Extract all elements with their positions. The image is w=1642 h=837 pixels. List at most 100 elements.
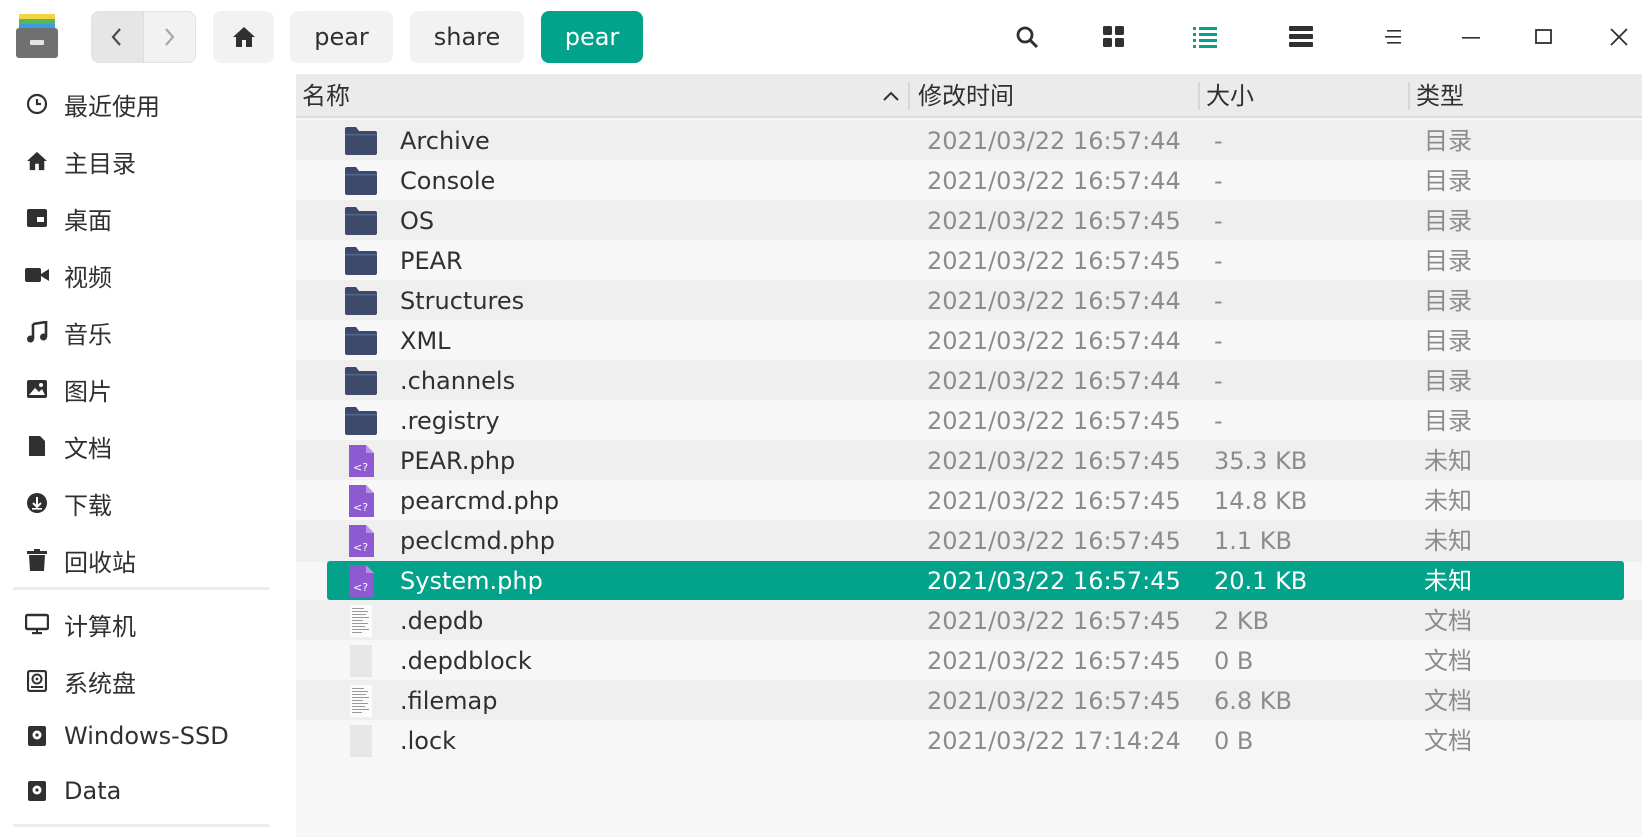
sidebar-item-recent[interactable]: 最近使用 xyxy=(24,84,284,124)
file-type: 未知 xyxy=(1424,527,1472,555)
sidebar-item-documents[interactable]: 文档 xyxy=(24,426,284,466)
close-button[interactable] xyxy=(1604,22,1634,52)
file-row[interactable]: <? pearcmd.php 2021/03/22 16:57:45 14.8 KB 未… xyxy=(296,480,1642,522)
breadcrumb-item-current[interactable]: pear xyxy=(541,11,643,63)
file-modified: 2021/03/22 16:57:45 xyxy=(927,687,1181,715)
sidebar-item-home[interactable]: 主目录 xyxy=(24,141,284,181)
sidebar-item-label: 最近使用 xyxy=(64,92,160,121)
file-type: 文档 xyxy=(1424,607,1472,635)
sidebar-item-computer[interactable]: 计算机 xyxy=(24,604,284,644)
sidebar-item-videos[interactable]: 视频 xyxy=(24,255,284,295)
trash-icon xyxy=(24,547,50,573)
file-row[interactable]: XML 2021/03/22 16:57:44 - 目录 xyxy=(296,320,1642,362)
computer-icon xyxy=(24,611,50,637)
file-manager-app-icon xyxy=(16,14,58,58)
sidebar-item-label: 桌面 xyxy=(64,206,112,235)
sidebar-item-windows-ssd[interactable]: Windows-SSD xyxy=(24,716,284,756)
sidebar-item-data[interactable]: Data xyxy=(24,771,284,811)
file-name: .depdb xyxy=(400,607,484,635)
sidebar-item-desktop[interactable]: 桌面 xyxy=(24,198,284,238)
file-row-selected[interactable]: <? System.php 2021/03/22 16:57:45 20.1 KB 未知 xyxy=(296,560,1642,602)
file-type: 目录 xyxy=(1424,247,1472,275)
sidebar-item-pictures[interactable]: 图片 xyxy=(24,369,284,409)
column-header-modified[interactable]: 修改时间 xyxy=(918,80,1014,112)
search-button[interactable] xyxy=(1012,22,1042,52)
hamburger-menu-icon xyxy=(1385,30,1401,44)
list-view-button[interactable] xyxy=(1190,22,1220,52)
php-file-icon: <? xyxy=(349,485,374,517)
sidebar-item-label: 系统盘 xyxy=(64,669,136,698)
file-size: - xyxy=(1214,167,1223,195)
file-modified: 2021/03/22 16:57:45 xyxy=(927,527,1181,555)
maximize-button[interactable] xyxy=(1529,22,1559,52)
forward-button[interactable] xyxy=(144,12,196,62)
file-modified: 2021/03/22 16:57:44 xyxy=(927,127,1181,155)
file-modified: 2021/03/22 16:57:45 xyxy=(927,607,1181,635)
close-icon xyxy=(1610,28,1628,46)
file-modified: 2021/03/22 17:14:24 xyxy=(927,727,1181,755)
column-separator[interactable] xyxy=(1198,82,1200,110)
file-row[interactable]: <? peclcmd.php 2021/03/22 16:57:45 1.1 KB 未知 xyxy=(296,520,1642,562)
file-type: 目录 xyxy=(1424,327,1472,355)
folder-icon xyxy=(345,127,377,155)
file-name: OS xyxy=(400,207,435,235)
column-header-type[interactable]: 类型 xyxy=(1416,80,1464,112)
sidebar-item-system-disk[interactable]: 系统盘 xyxy=(24,661,284,701)
file-row[interactable]: .registry 2021/03/22 16:57:45 - 目录 xyxy=(296,400,1642,442)
sidebar-item-label: 文档 xyxy=(64,434,112,463)
file-row[interactable]: Archive 2021/03/22 16:57:44 - 目录 xyxy=(296,120,1642,162)
disk-icon xyxy=(24,723,50,749)
sidebar-item-music[interactable]: 音乐 xyxy=(24,312,284,352)
column-separator[interactable] xyxy=(1408,82,1410,110)
sidebar: 最近使用 主目录 桌面 视频 音乐 图片 文档 下载 回收站 计算机 系统盘 W… xyxy=(0,74,296,837)
column-header-size[interactable]: 大小 xyxy=(1206,80,1254,112)
file-type: 目录 xyxy=(1424,127,1472,155)
breadcrumb-item[interactable]: share xyxy=(410,11,524,63)
php-file-icon: <? xyxy=(349,565,374,597)
search-icon xyxy=(1016,26,1039,49)
file-modified: 2021/03/22 16:57:45 xyxy=(927,447,1181,475)
file-row[interactable]: .depdb 2021/03/22 16:57:45 2 KB 文档 xyxy=(296,600,1642,642)
column-header-name[interactable]: 名称 xyxy=(302,80,350,112)
sidebar-item-downloads[interactable]: 下载 xyxy=(24,483,284,523)
column-header: 名称 修改时间 大小 类型 xyxy=(296,74,1642,118)
text-file-icon xyxy=(350,685,372,717)
file-row[interactable]: OS 2021/03/22 16:57:45 - 目录 xyxy=(296,200,1642,242)
breadcrumb-home[interactable] xyxy=(213,11,274,63)
image-icon xyxy=(24,376,50,402)
file-row[interactable]: PEAR 2021/03/22 16:57:45 - 目录 xyxy=(296,240,1642,282)
file-modified: 2021/03/22 16:57:45 xyxy=(927,647,1181,675)
detail-view-button[interactable] xyxy=(1286,22,1316,52)
file-name: .lock xyxy=(400,727,457,755)
file-row[interactable]: <? PEAR.php 2021/03/22 16:57:45 35.3 KB 未知 xyxy=(296,440,1642,482)
back-button[interactable] xyxy=(92,12,144,62)
sidebar-item-label: 图片 xyxy=(64,377,112,406)
home-icon xyxy=(232,27,255,47)
sidebar-item-trash[interactable]: 回收站 xyxy=(24,540,284,580)
icon-view-button[interactable] xyxy=(1099,22,1129,52)
sidebar-item-label: 计算机 xyxy=(64,612,136,641)
file-name: pearcmd.php xyxy=(400,487,560,515)
blank-file-icon xyxy=(350,725,372,757)
file-row[interactable]: .depdblock 2021/03/22 16:57:45 0 B 文档 xyxy=(296,640,1642,682)
folder-icon xyxy=(345,247,377,275)
column-separator[interactable] xyxy=(908,82,910,110)
file-type: 文档 xyxy=(1424,687,1472,715)
file-row[interactable]: .lock 2021/03/22 17:14:24 0 B 文档 xyxy=(296,720,1642,762)
svg-text:<?: <? xyxy=(353,501,368,514)
sidebar-item-label: Data xyxy=(64,777,122,805)
file-type: 未知 xyxy=(1424,447,1472,475)
desktop-icon xyxy=(24,205,50,231)
folder-icon xyxy=(345,167,377,195)
breadcrumb-item[interactable]: pear xyxy=(290,11,393,63)
file-row[interactable]: Console 2021/03/22 16:57:44 - 目录 xyxy=(296,160,1642,202)
file-row[interactable]: .filemap 2021/03/22 16:57:45 6.8 KB 文档 xyxy=(296,680,1642,722)
file-row[interactable]: Structures 2021/03/22 16:57:44 - 目录 xyxy=(296,280,1642,322)
grid-view-icon xyxy=(1103,26,1124,47)
file-name: .depdblock xyxy=(400,647,532,675)
menu-button[interactable] xyxy=(1379,22,1409,52)
file-row[interactable]: .channels 2021/03/22 16:57:44 - 目录 xyxy=(296,360,1642,402)
file-type: 目录 xyxy=(1424,287,1472,315)
minimize-button[interactable] xyxy=(1456,22,1486,52)
file-type: 未知 xyxy=(1424,567,1472,595)
